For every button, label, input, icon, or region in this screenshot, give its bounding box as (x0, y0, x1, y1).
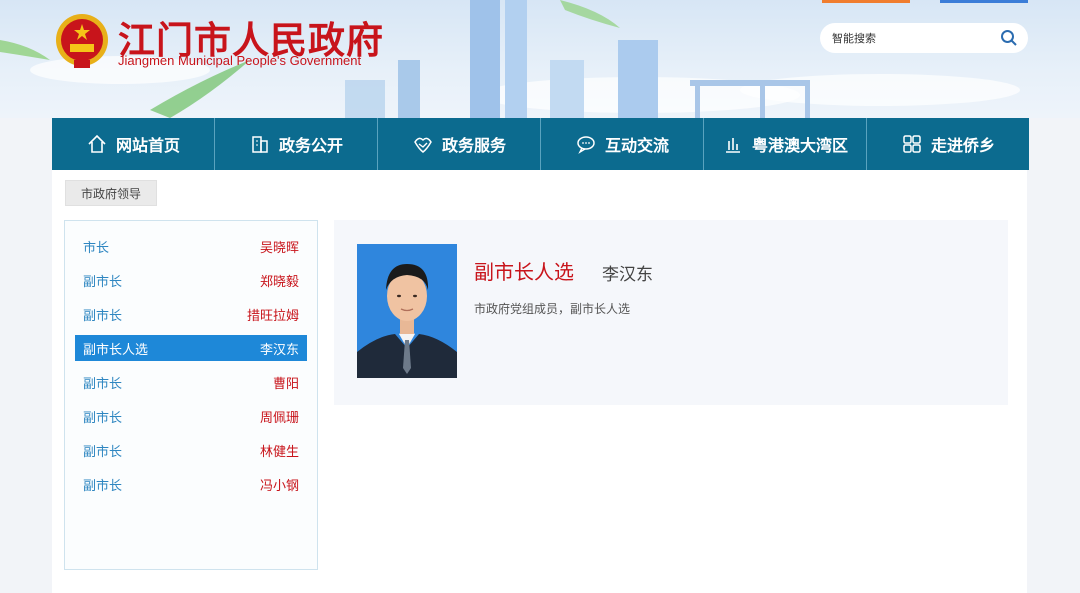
chat-icon (575, 133, 597, 155)
leader-row[interactable]: 市长 吴晓晖 (75, 233, 307, 259)
nav-item-greater-bay[interactable]: 粤港澳大湾区 (704, 118, 867, 170)
leader-name: 林健生 (259, 444, 299, 460)
leader-row[interactable]: 副市长 周佩珊 (75, 403, 307, 429)
nav-item-gov-service[interactable]: 政务服务 (378, 118, 541, 170)
search-box (820, 23, 1028, 53)
leader-name: 郑晓毅 (259, 274, 299, 290)
nav-item-home[interactable]: 网站首页 (52, 118, 215, 170)
leader-title: 副市长 (83, 410, 123, 426)
building-icon (249, 133, 271, 155)
search-icon[interactable] (1000, 29, 1018, 47)
leader-row[interactable]: 副市长 措旺拉姆 (75, 301, 307, 327)
leader-row[interactable]: 副市长 曹阳 (75, 369, 307, 395)
nav-item-hometown[interactable]: 走进侨乡 (867, 118, 1029, 170)
portrait-image (357, 244, 457, 378)
leader-title: 副市长 (83, 478, 123, 494)
leader-title: 副市长 (83, 444, 123, 460)
leader-row[interactable]: 副市长 林健生 (75, 437, 307, 463)
nav-item-label: 政务服务 (441, 136, 506, 155)
nav-item-label: 走进侨乡 (930, 136, 995, 155)
leader-title: 副市长人选 (83, 342, 149, 358)
nav-item-label: 互动交流 (604, 136, 669, 155)
leader-title: 副市长 (83, 308, 123, 324)
leader-name: 吴晓晖 (259, 240, 299, 256)
profile-name: 李汉东 (602, 265, 653, 285)
nav-item-label: 网站首页 (115, 136, 180, 155)
site-header: 江门市人民政府 Jiangmen Municipal People's Gove… (0, 0, 1080, 118)
nav-item-label: 粤港澳大湾区 (751, 136, 848, 155)
breadcrumb[interactable]: 市政府领导 (65, 180, 157, 206)
leader-name: 周佩珊 (259, 410, 299, 426)
grid-icon (901, 133, 923, 155)
leader-name: 措旺拉姆 (246, 308, 299, 324)
top-orange-button[interactable] (822, 0, 910, 3)
leader-profile: 副市长人选 李汉东 市政府党组成员，副市长人选 (334, 220, 1008, 405)
leader-row[interactable]: 副市长 郑晓毅 (75, 267, 307, 293)
bar-chart-icon (722, 133, 744, 155)
leader-row-active[interactable]: 副市长人选 李汉东 (75, 335, 307, 361)
leader-title: 市长 (83, 240, 110, 256)
leader-photo (357, 244, 457, 378)
nav-item-gov-open[interactable]: 政务公开 (215, 118, 378, 170)
nav-item-label: 政务公开 (278, 136, 343, 155)
profile-description: 市政府党组成员，副市长人选 (474, 302, 631, 316)
leader-title: 副市长 (83, 274, 123, 290)
leader-title: 副市长 (83, 376, 123, 392)
national-emblem-icon (56, 14, 108, 68)
top-blue-button[interactable] (940, 0, 1028, 3)
search-input[interactable] (832, 29, 992, 47)
leader-list: 市长 吴晓晖 副市长 郑晓毅 副市长 措旺拉姆 副市长人选 李汉东 副市长 曹阳 副市长周… (64, 220, 318, 570)
profile-title: 副市长人选 (474, 260, 574, 284)
leader-name: 冯小钢 (259, 478, 299, 494)
leader-name: 李汉东 (259, 342, 299, 358)
home-icon (86, 133, 108, 155)
site-name-en: Jiangmen Municipal People's Government (118, 53, 362, 68)
leader-row[interactable]: 副市长 冯小钢 (75, 471, 307, 497)
leader-name: 曹阳 (272, 376, 299, 392)
nav-item-interaction[interactable]: 互动交流 (541, 118, 704, 170)
handshake-icon (412, 133, 434, 155)
content-area: 市政府领导 市长 吴晓晖 副市长 郑晓毅 副市长 措旺拉姆 副市长人选 李汉东 副市长曹… (52, 170, 1027, 593)
main-nav: 网站首页 政务公开 政务服务 互动交流 粤港澳大湾区 走进侨乡 (52, 118, 1029, 170)
